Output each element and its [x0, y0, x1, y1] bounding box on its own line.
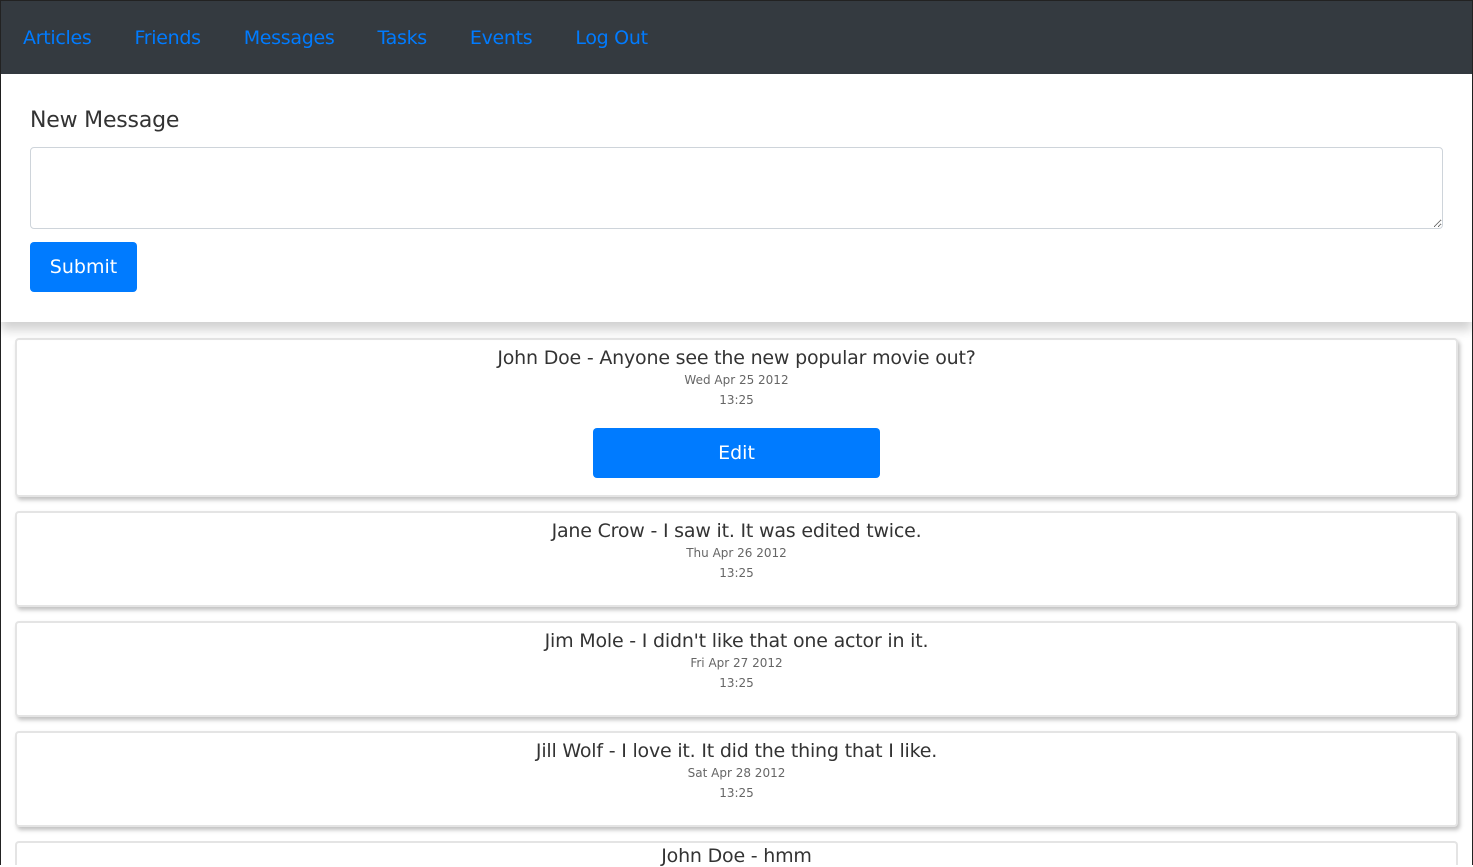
- nav-log-out[interactable]: Log Out: [575, 27, 648, 49]
- message-text: John Doe - hmm: [661, 845, 812, 867]
- submit-button[interactable]: Submit: [30, 242, 137, 292]
- message-date: Wed Apr 25 2012: [684, 373, 789, 387]
- message-card: John Doe - hmm: [15, 841, 1458, 867]
- message-card: Jill Wolf - I love it. It did the thing …: [15, 731, 1458, 827]
- message-date: Sat Apr 28 2012: [687, 766, 786, 780]
- new-message-form: New Message Submit: [1, 74, 1472, 322]
- edit-button[interactable]: Edit: [593, 428, 880, 478]
- message-date: Thu Apr 26 2012: [686, 546, 787, 560]
- message-text: Jane Crow - I saw it. It was edited twic…: [551, 520, 922, 542]
- form-title: New Message: [30, 108, 180, 133]
- message-date: Fri Apr 27 2012: [690, 656, 783, 670]
- message-card: John Doe - Anyone see the new popular mo…: [15, 338, 1458, 497]
- message-time: 13:25: [719, 393, 754, 407]
- nav-events[interactable]: Events: [470, 27, 533, 49]
- nav-tasks[interactable]: Tasks: [377, 27, 427, 49]
- message-list: John Doe - Anyone see the new popular mo…: [1, 322, 1472, 867]
- message-time: 13:25: [719, 566, 754, 580]
- message-text: Jim Mole - I didn't like that one actor …: [544, 630, 929, 652]
- navbar: Articles Friends Messages Tasks Events L…: [1, 1, 1472, 74]
- message-text: Jill Wolf - I love it. It did the thing …: [535, 740, 938, 762]
- nav-friends[interactable]: Friends: [134, 27, 201, 49]
- message-text: John Doe - Anyone see the new popular mo…: [497, 347, 976, 369]
- message-input[interactable]: [30, 147, 1443, 229]
- nav-articles[interactable]: Articles: [23, 27, 92, 49]
- message-time: 13:25: [719, 786, 754, 800]
- message-time: 13:25: [719, 676, 754, 690]
- nav-messages[interactable]: Messages: [244, 27, 335, 49]
- message-card: Jane Crow - I saw it. It was edited twic…: [15, 511, 1458, 607]
- message-card: Jim Mole - I didn't like that one actor …: [15, 621, 1458, 717]
